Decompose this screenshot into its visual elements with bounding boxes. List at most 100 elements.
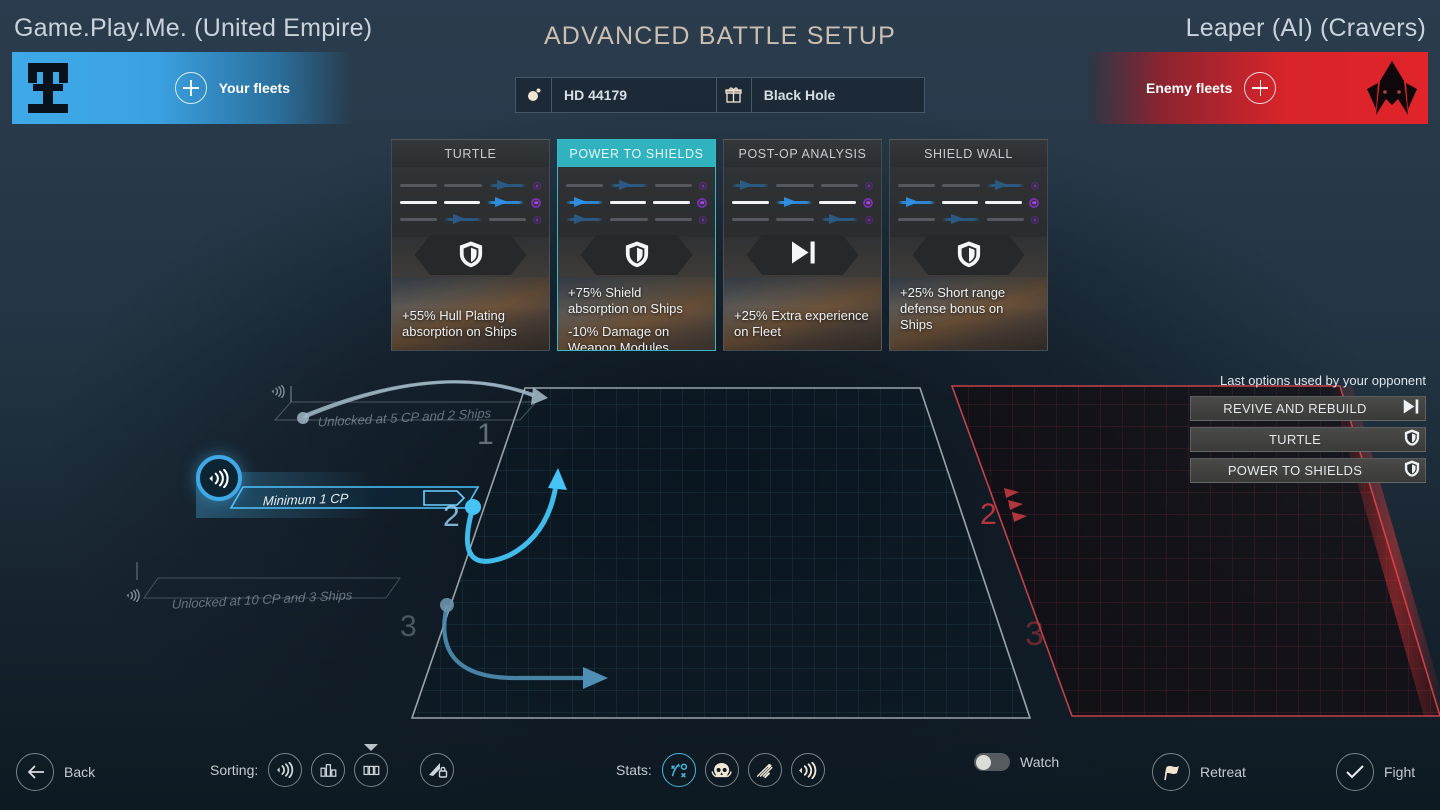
page-title: ADVANCED BATTLE SETUP <box>543 22 897 50</box>
shield-icon <box>458 240 483 273</box>
card-effect: +75% Shield absorption on Ships <box>568 285 683 316</box>
ship-marker <box>488 180 527 191</box>
row-segment <box>444 184 482 187</box>
weapons-icon <box>756 763 773 778</box>
card-title: TURTLE <box>392 140 549 167</box>
sorting-group: Sorting: <box>210 744 455 787</box>
united-empire-emblem-icon <box>12 52 84 124</box>
back-button[interactable]: Back <box>16 753 95 791</box>
card-title: SHIELD WALL <box>890 140 1047 167</box>
shield-icon <box>956 240 981 273</box>
opponent-panel-title: Last options used by your opponent <box>1220 373 1426 388</box>
card-title: POWER TO SHIELDS <box>558 140 715 167</box>
shield-icon <box>1404 459 1420 482</box>
battle-setup-screen: Game.Play.Me. (United Empire) Leaper (AI… <box>0 0 1440 810</box>
add-enemy-fleet[interactable]: Enemy fleets <box>1146 72 1277 104</box>
retreat-button[interactable]: Retreat <box>1152 753 1246 791</box>
bars-icon <box>320 764 337 777</box>
card-effect: +25% Extra experience on Fleet <box>734 308 869 339</box>
system-name: HD 44179 <box>564 87 628 103</box>
anomaly-name: Black Hole <box>763 87 836 103</box>
watch-toggle[interactable] <box>974 753 1010 771</box>
target-dot-active <box>531 197 542 208</box>
sort-by-groups[interactable] <box>354 744 389 787</box>
row-segment <box>776 218 814 221</box>
skip-icon <box>1402 398 1420 419</box>
ship-marker-active <box>566 197 603 208</box>
strategy-card[interactable]: POWER TO SHIELDS +75% Shield absorption … <box>557 139 716 351</box>
back-label: Back <box>64 764 96 780</box>
ship-marker <box>942 214 980 225</box>
skull-icon <box>711 762 732 777</box>
target-dot-active <box>863 197 874 208</box>
card-row <box>732 177 873 194</box>
stat-tactics[interactable] <box>661 753 696 787</box>
card-formation-preview <box>558 167 715 237</box>
slot-number: 3 <box>400 610 417 643</box>
card-row <box>898 194 1040 211</box>
card-row <box>898 177 1039 194</box>
sort-by-power[interactable] <box>311 753 346 787</box>
sorting-label: Sorting: <box>210 762 259 778</box>
row-segment <box>488 218 526 221</box>
ship-marker <box>566 214 604 225</box>
ship-marker-active <box>775 197 813 208</box>
row-segment-active <box>400 200 437 205</box>
radar-icon <box>120 582 146 608</box>
slot-number: 2 <box>443 500 460 533</box>
target-dot <box>1030 215 1039 224</box>
watch-toggle-group[interactable]: Watch <box>974 753 1059 771</box>
row-segment <box>654 218 692 221</box>
card-row <box>566 194 708 211</box>
skip-icon <box>789 240 817 270</box>
target-dot <box>864 215 873 224</box>
stat-weapons[interactable] <box>747 753 782 787</box>
card-badge <box>392 235 549 277</box>
strategy-card[interactable]: TURTLE +55% Hull Plating absorption on S… <box>391 139 550 351</box>
strategy-card[interactable]: SHIELD WALL +25% Short range defense bon… <box>889 139 1048 351</box>
chevron-up-icon <box>364 744 379 751</box>
card-row <box>400 177 541 194</box>
skip-icon <box>1404 398 1419 414</box>
ship-lock-button[interactable] <box>420 753 455 787</box>
shield-icon <box>625 241 648 268</box>
cravers-emblem-icon <box>1356 52 1428 124</box>
row-segment-active <box>653 200 691 205</box>
enemy-fleet-bar[interactable]: Enemy fleets <box>1088 52 1428 124</box>
strategy-card[interactable]: POST-OP ANALYSIS +25% Extra experience o… <box>723 139 882 351</box>
your-fleets-label: Your fleets <box>218 80 290 96</box>
target-dot <box>698 181 707 190</box>
row-segment <box>400 184 438 187</box>
card-row <box>898 211 1039 228</box>
target-dot-active <box>1029 197 1040 208</box>
card-row <box>566 211 707 228</box>
target-dot <box>698 215 707 224</box>
target-dot <box>532 215 541 224</box>
card-row <box>566 177 707 194</box>
radar-icon <box>799 761 817 779</box>
fight-label: Fight <box>1384 764 1416 780</box>
ship-marker-active <box>487 197 524 208</box>
check-icon <box>1336 753 1374 791</box>
opponent-option-label: REVIVE AND REBUILD <box>1223 401 1367 416</box>
card-description: +25% Short range defense bonus on Ships <box>890 277 1047 350</box>
watch-label: Watch <box>1020 754 1060 770</box>
shield-icon <box>1404 428 1420 451</box>
gift-icon <box>715 78 752 112</box>
fight-button[interactable]: Fight <box>1336 753 1415 791</box>
radar-icon[interactable] <box>196 455 242 501</box>
card-formation-preview <box>890 167 1047 237</box>
sort-by-detection[interactable] <box>268 753 303 787</box>
card-badge <box>890 235 1047 277</box>
stat-detection[interactable] <box>790 753 825 787</box>
card-description: +55% Hull Plating absorption on Ships <box>392 277 549 350</box>
stat-casualties[interactable] <box>704 753 739 787</box>
row-segment <box>654 184 692 187</box>
card-row <box>732 211 873 228</box>
row-segment <box>820 184 858 187</box>
your-fleet-bar[interactable]: Your fleets <box>12 52 352 124</box>
card-badge <box>724 235 881 277</box>
shield-icon <box>1404 460 1420 477</box>
add-your-fleet[interactable]: Your fleets <box>174 72 290 104</box>
radar-icon <box>126 588 140 602</box>
